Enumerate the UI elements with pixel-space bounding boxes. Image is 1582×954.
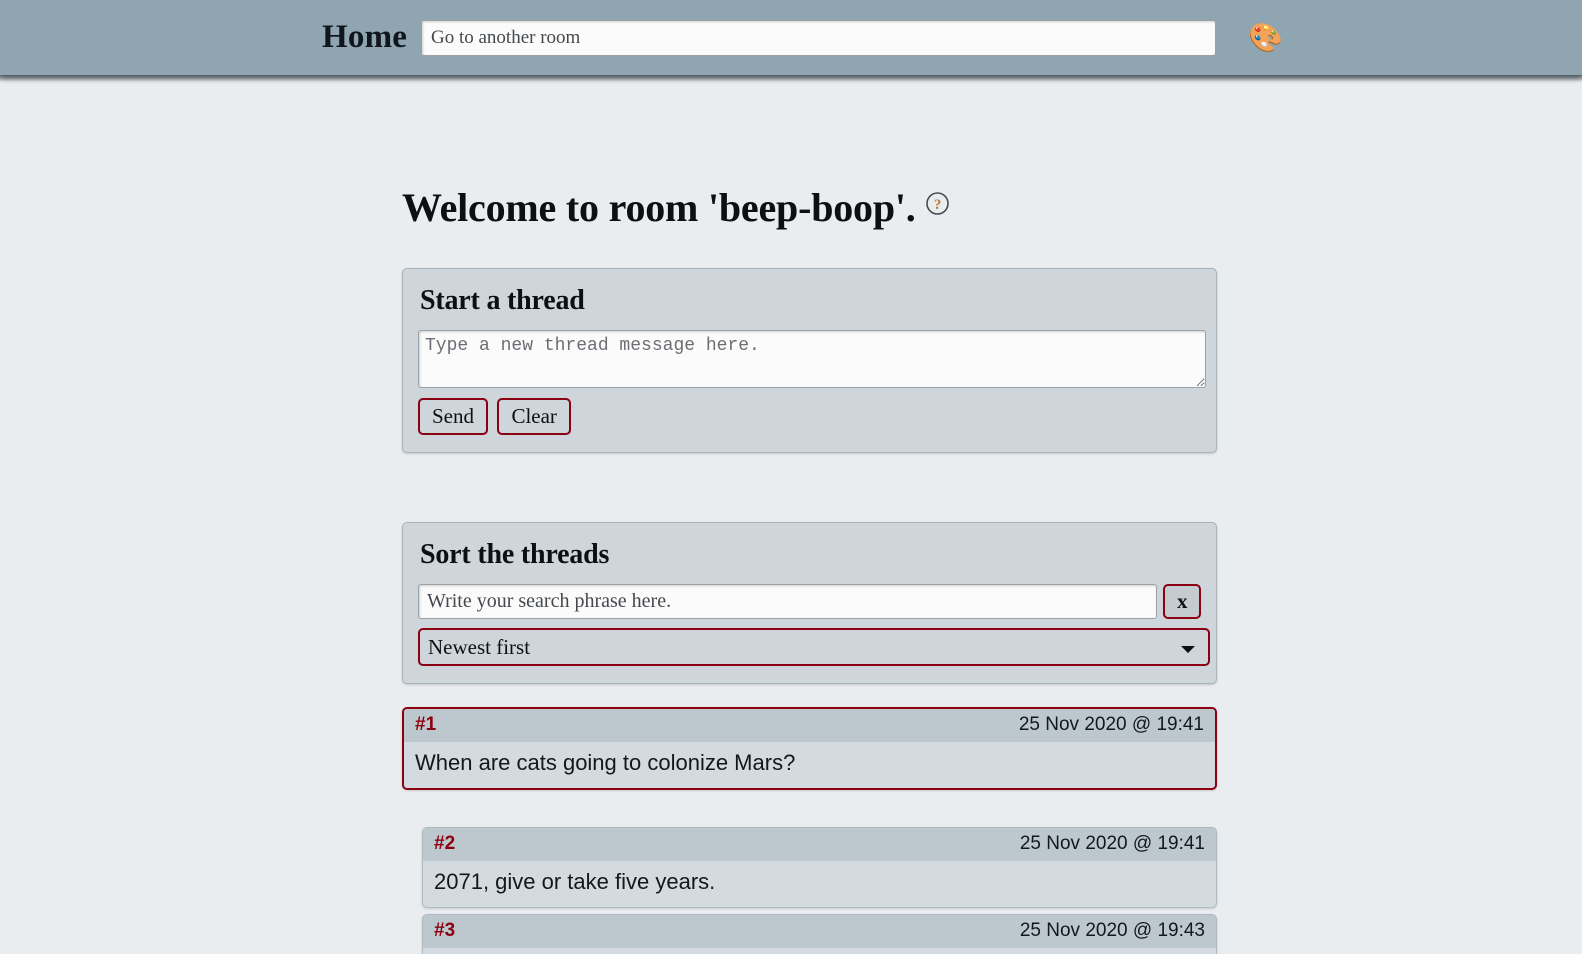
artist-palette-icon[interactable]: 🎨	[1248, 21, 1283, 55]
page-title-text: Welcome to room 'beep-boop'.	[402, 185, 916, 230]
message-body: 2071, give or take five years.	[423, 861, 1216, 907]
message-header: #2 25 Nov 2020 @ 19:41	[423, 828, 1216, 862]
message-text: When are cats going to colonize Mars?	[415, 750, 796, 775]
start-thread-button-row: Send Clear	[418, 398, 1201, 436]
message-timestamp: 25 Nov 2020 @ 19:41	[1018, 714, 1204, 735]
thread-list: #1 25 Nov 2020 @ 19:41 When are cats goi…	[402, 707, 1217, 954]
sort-threads-panel: Sort the threads x Newest first	[402, 522, 1217, 684]
thread: #1 25 Nov 2020 @ 19:41 When are cats goi…	[402, 707, 1217, 954]
page-title: Welcome to room 'beep-boop'.?	[402, 179, 950, 231]
message-id[interactable]: #2	[434, 833, 455, 855]
sort-order-select[interactable]: Newest first	[418, 628, 1210, 666]
svg-text:?: ?	[933, 197, 940, 213]
start-thread-panel: Start a thread Send Clear	[402, 268, 1217, 454]
sort-threads-title: Sort the threads	[420, 539, 610, 570]
message-id[interactable]: #3	[434, 920, 455, 942]
clear-search-button[interactable]: x	[1163, 584, 1201, 619]
message-body: @2 I've heard that it's happening alread…	[423, 948, 1216, 954]
message-id[interactable]: #1	[415, 714, 436, 736]
message-body: When are cats going to colonize Mars?	[404, 742, 1215, 788]
reply-message[interactable]: #2 25 Nov 2020 @ 19:41 2071, give or tak…	[422, 827, 1217, 909]
home-link[interactable]: Home	[322, 21, 407, 54]
message-timestamp: 25 Nov 2020 @ 19:43	[1019, 920, 1205, 942]
message-timestamp: 25 Nov 2020 @ 19:41	[1019, 833, 1205, 855]
clear-button[interactable]: Clear	[497, 398, 571, 436]
search-row: x	[418, 584, 1201, 619]
message-header: #1 25 Nov 2020 @ 19:41	[404, 709, 1215, 742]
search-input[interactable]	[418, 584, 1158, 619]
message-header: #3 25 Nov 2020 @ 19:43	[423, 915, 1216, 949]
thread-root-message[interactable]: #1 25 Nov 2020 @ 19:41 When are cats goi…	[402, 707, 1217, 791]
new-thread-textarea[interactable]	[418, 330, 1206, 388]
replies-container: #2 25 Nov 2020 @ 19:41 2071, give or tak…	[422, 827, 1217, 954]
circled-question-mark-icon[interactable]: ?	[925, 179, 950, 215]
reply-message[interactable]: #3 25 Nov 2020 @ 19:43 @2 I've heard tha…	[422, 914, 1217, 954]
send-button[interactable]: Send	[418, 398, 488, 436]
message-text: 2071, give or take five years.	[434, 869, 716, 895]
top-navigation-bar: Home 🎨	[0, 0, 1582, 82]
replies-toggle-bar[interactable]: 2 replies	[402, 785, 1217, 823]
start-thread-title: Start a thread	[420, 285, 585, 316]
room-search-input[interactable]	[421, 19, 1216, 56]
